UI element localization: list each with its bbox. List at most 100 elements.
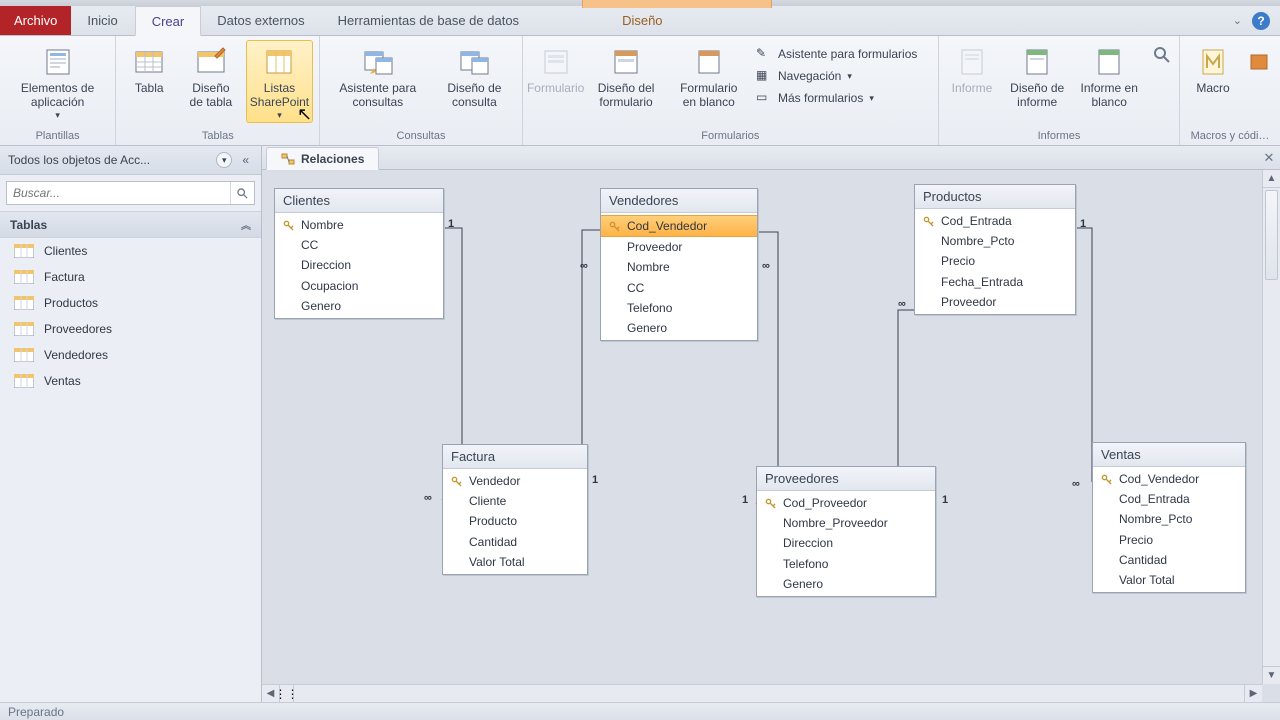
field-nombre_pcto[interactable]: Nombre_Pcto: [1093, 509, 1245, 529]
field-genero[interactable]: Genero: [757, 574, 935, 594]
help-icon[interactable]: ?: [1252, 12, 1270, 30]
table-title[interactable]: Ventas: [1093, 443, 1245, 467]
listas-sharepoint-button[interactable]: Listas SharePoint ▾: [246, 40, 314, 123]
asistente-formularios-button[interactable]: ✎Asistente para formularios: [752, 44, 932, 64]
nav-item-ventas[interactable]: Ventas: [0, 368, 261, 394]
table-clientes[interactable]: ClientesNombreCCDireccionOcupacionGenero: [274, 188, 444, 319]
field-cc[interactable]: CC: [601, 278, 757, 298]
field-precio[interactable]: Precio: [1093, 530, 1245, 550]
nav-item-clientes[interactable]: Clientes: [0, 238, 261, 264]
nav-section-tablas[interactable]: Tablas ︽: [0, 211, 261, 238]
scroll-down-icon[interactable]: ▼: [1263, 666, 1280, 684]
field-precio[interactable]: Precio: [915, 251, 1075, 271]
field-proveedor[interactable]: Proveedor: [915, 292, 1075, 312]
nav-item-vendedores[interactable]: Vendedores: [0, 342, 261, 368]
field-cod_entrada[interactable]: Cod_Entrada: [1093, 489, 1245, 509]
scroll-thumb[interactable]: [1265, 190, 1278, 280]
field-label: Precio: [941, 253, 975, 269]
doc-tab-relaciones[interactable]: Relaciones: [266, 147, 379, 170]
macro-button[interactable]: Macro: [1186, 40, 1240, 99]
scroll-up-icon[interactable]: ▲: [1263, 170, 1280, 188]
diseno-consulta-button[interactable]: Diseño de consulta: [433, 40, 515, 113]
field-direccion[interactable]: Direccion: [757, 533, 935, 553]
field-producto[interactable]: Producto: [443, 511, 587, 531]
informes-more-button[interactable]: [1147, 40, 1173, 71]
field-vendedor[interactable]: Vendedor: [443, 471, 587, 491]
field-cod_vendedor[interactable]: Cod_Vendedor: [1093, 469, 1245, 489]
nav-item-label: Productos: [44, 296, 98, 310]
horizontal-scrollbar[interactable]: ◀ ⋮⋮ ▶: [262, 684, 1262, 702]
field-cod_proveedor[interactable]: Cod_Proveedor: [757, 493, 935, 513]
label: Asistente para consultas: [331, 82, 424, 110]
search-button[interactable]: [230, 182, 254, 204]
table-productos[interactable]: ProductosCod_EntradaNombre_Pcto Precio Fec…: [914, 184, 1076, 315]
field-telefono[interactable]: Telefono: [601, 298, 757, 318]
informe-button[interactable]: Informe: [945, 40, 999, 99]
macro-icon: [1196, 45, 1230, 79]
table-ventas[interactable]: VentasCod_VendedorCod_EntradaNombre_Pcto…: [1092, 442, 1246, 593]
field-direccion[interactable]: Direccion: [275, 255, 443, 275]
tab-datos-externos[interactable]: Datos externos: [201, 6, 321, 35]
field-genero[interactable]: Genero: [275, 296, 443, 316]
diseno-tabla-button[interactable]: Diseño de tabla: [180, 40, 241, 113]
table-title[interactable]: Clientes: [275, 189, 443, 213]
field-fecha_entrada[interactable]: Fecha_Entrada: [915, 272, 1075, 292]
table-vendedores[interactable]: VendedoresCod_VendedorProveedorNombreCCT…: [600, 188, 758, 341]
diseno-formulario-button[interactable]: Diseño del formulario: [587, 40, 666, 113]
formulario-blanco-button[interactable]: Formulario en blanco: [670, 40, 748, 113]
field-cc[interactable]: CC: [275, 235, 443, 255]
tab-herramientas-bd[interactable]: Herramientas de base de datos: [322, 6, 536, 35]
field-valor total[interactable]: Valor Total: [443, 552, 587, 572]
nav-item-productos[interactable]: Productos: [0, 290, 261, 316]
field-nombre_pcto[interactable]: Nombre_Pcto: [915, 231, 1075, 251]
group-tablas: Tabla Diseño de tabla Listas SharePoint …: [116, 36, 320, 145]
scroll-right-icon[interactable]: ▶: [1244, 685, 1262, 702]
report-design-icon: [1020, 45, 1054, 79]
file-tab[interactable]: Archivo: [0, 6, 71, 35]
table-title[interactable]: Factura: [443, 445, 587, 469]
field-cliente[interactable]: Cliente: [443, 491, 587, 511]
field-proveedor[interactable]: Proveedor: [601, 237, 757, 257]
informe-blanco-button[interactable]: Informe en blanco: [1075, 40, 1143, 113]
formulario-button[interactable]: Formulario: [529, 40, 583, 99]
relationships-canvas[interactable]: 1 ∞ 1 ∞ ∞ 1 1 ∞ 1 ∞ ▲ ▼ ◀ ⋮⋮ ▶ ClientesN…: [262, 170, 1280, 702]
nav-item-factura[interactable]: Factura: [0, 264, 261, 290]
tab-diseno-context[interactable]: Diseño: [606, 6, 679, 35]
nav-dropdown-icon[interactable]: ▾: [216, 152, 232, 168]
field-genero[interactable]: Genero: [601, 318, 757, 338]
vertical-scrollbar[interactable]: ▲ ▼: [1262, 170, 1280, 684]
magnify-icon: [1152, 45, 1172, 65]
table-title[interactable]: Proveedores: [757, 467, 935, 491]
table-proveedores[interactable]: ProveedoresCod_ProveedorNombre_Proveedor…: [756, 466, 936, 597]
module-button[interactable]: [1244, 40, 1274, 85]
mas-formularios-button[interactable]: ▭Más formularios ▾: [752, 88, 932, 108]
tab-crear[interactable]: Crear: [135, 6, 202, 36]
tab-inicio[interactable]: Inicio: [71, 6, 134, 35]
table-title[interactable]: Productos: [915, 185, 1075, 209]
field-valor total[interactable]: Valor Total: [1093, 570, 1245, 590]
label: Tabla: [135, 82, 164, 96]
field-nombre[interactable]: Nombre: [275, 215, 443, 235]
field-telefono[interactable]: Telefono: [757, 554, 935, 574]
table-icon: [14, 270, 34, 284]
field-nombre_proveedor[interactable]: Nombre_Proveedor: [757, 513, 935, 533]
nav-header[interactable]: Todos los objetos de Acc... ▾ «: [0, 146, 261, 175]
field-cod_vendedor[interactable]: Cod_Vendedor: [601, 215, 757, 237]
nav-collapse-icon[interactable]: «: [238, 153, 253, 167]
field-cantidad[interactable]: Cantidad: [1093, 550, 1245, 570]
doc-tab-close[interactable]: ✕: [1258, 146, 1280, 169]
elementos-aplicacion-button[interactable]: Elementos de aplicación ▾: [6, 40, 109, 123]
field-ocupacion[interactable]: Ocupacion: [275, 276, 443, 296]
search-input[interactable]: [7, 182, 230, 204]
table-title[interactable]: Vendedores: [601, 189, 757, 213]
ribbon-minimize-icon[interactable]: ⌄: [1233, 14, 1242, 27]
tabla-button[interactable]: Tabla: [122, 40, 176, 99]
field-cantidad[interactable]: Cantidad: [443, 532, 587, 552]
field-nombre[interactable]: Nombre: [601, 257, 757, 277]
nav-item-proveedores[interactable]: Proveedores: [0, 316, 261, 342]
navegacion-button[interactable]: ▦Navegación ▾: [752, 66, 932, 86]
table-factura[interactable]: FacturaVendedorClienteProductoCantidadVa…: [442, 444, 588, 575]
field-cod_entrada[interactable]: Cod_Entrada: [915, 211, 1075, 231]
diseno-informe-button[interactable]: Diseño de informe: [1003, 40, 1071, 113]
asistente-consultas-button[interactable]: Asistente para consultas: [326, 40, 429, 113]
